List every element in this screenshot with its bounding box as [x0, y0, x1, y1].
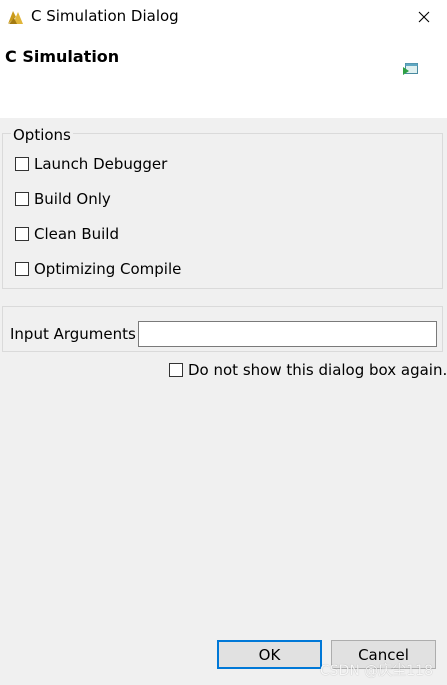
options-group: Options Launch Debugger Build Only Clean… — [2, 126, 443, 289]
checkbox-box[interactable] — [15, 157, 29, 171]
dialog-heading: C Simulation — [5, 47, 120, 66]
checkbox-box[interactable] — [15, 192, 29, 206]
dont-show-again-checkbox[interactable]: Do not show this dialog box again. — [169, 360, 447, 380]
ok-button[interactable]: OK — [217, 640, 322, 669]
clean-build-checkbox[interactable]: Clean Build — [15, 224, 119, 244]
checkbox-label: Clean Build — [34, 225, 119, 243]
run-simulation-icon — [403, 63, 418, 75]
launch-debugger-checkbox[interactable]: Launch Debugger — [15, 154, 167, 174]
checkbox-label: Launch Debugger — [34, 155, 168, 173]
input-arguments-label: Input Arguments — [10, 325, 136, 343]
checkbox-label: Optimizing Compile — [34, 260, 182, 278]
close-icon — [418, 11, 430, 23]
dont-show-again-label: Do not show this dialog box again. — [188, 361, 447, 379]
vivado-hls-logo-icon — [8, 11, 23, 24]
input-arguments-group: Input Arguments — [2, 306, 443, 352]
window-title: C Simulation Dialog — [31, 7, 179, 25]
dialog-header: C Simulation — [0, 34, 447, 118]
options-legend: Options — [11, 126, 73, 144]
checkbox-box[interactable] — [169, 363, 183, 377]
checkbox-box[interactable] — [15, 227, 29, 241]
title-bar: C Simulation Dialog — [0, 0, 447, 34]
close-button[interactable] — [401, 0, 447, 34]
input-arguments-field[interactable] — [138, 321, 437, 347]
checkbox-label: Build Only — [34, 190, 111, 208]
checkbox-box[interactable] — [15, 262, 29, 276]
optimizing-compile-checkbox[interactable]: Optimizing Compile — [15, 259, 181, 279]
cancel-button[interactable]: Cancel — [331, 640, 436, 669]
build-only-checkbox[interactable]: Build Only — [15, 189, 111, 209]
